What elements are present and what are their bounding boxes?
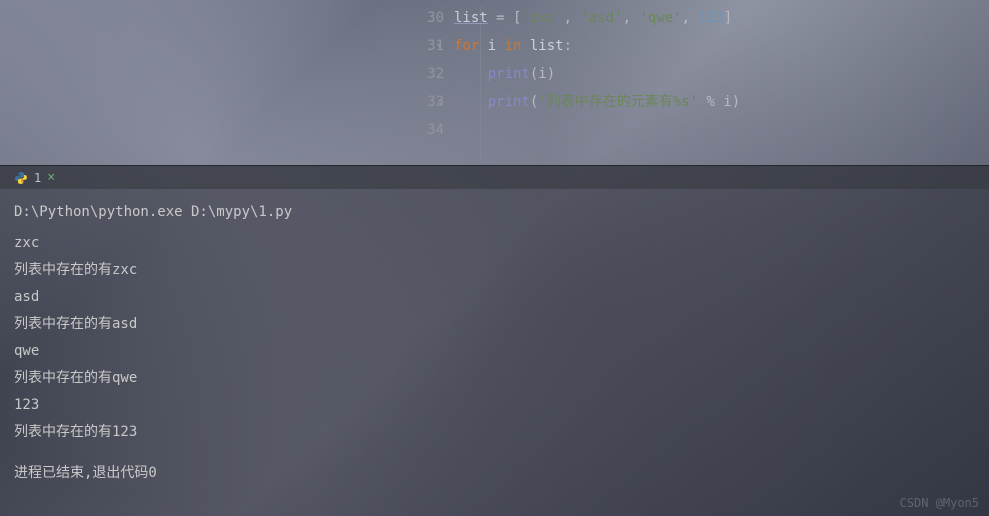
code-token: (i) (530, 66, 555, 82)
console-line: 列表中存在的有zxc (14, 257, 975, 284)
code-token: 'qwe' (639, 10, 681, 26)
code-line[interactable]: ▵ print('列表中存在的元素有%s' % i) (454, 88, 989, 116)
code-token: 123 (698, 10, 723, 26)
console-line: 123 (14, 392, 975, 419)
code-token: 'zxc' (521, 10, 563, 26)
fold-marker-icon[interactable]: ▾ (436, 32, 446, 60)
console-line: 列表中存在的有qwe (14, 365, 975, 392)
code-token: for (454, 38, 488, 54)
console-line: 列表中存在的有asd (14, 311, 975, 338)
code-line[interactable]: print(i) (454, 60, 989, 88)
tab-label: 1 (34, 171, 41, 185)
console-exit-message: 进程已结束,退出代码0 (14, 460, 975, 487)
code-token: , (564, 10, 581, 26)
code-token: , (682, 10, 699, 26)
line-gutter: 3031323334 (404, 4, 454, 165)
line-number: 30 (404, 4, 444, 32)
fold-marker-icon[interactable]: ▵ (436, 88, 446, 116)
run-tab[interactable]: 1 × (6, 168, 63, 187)
line-number: 34 (404, 116, 444, 144)
code-token: print (488, 94, 530, 110)
code-token: , (623, 10, 640, 26)
code-token: '列表中存在的元素有%s' (538, 94, 698, 110)
console-line: 列表中存在的有123 (14, 419, 975, 446)
code-token (454, 66, 488, 82)
code-line[interactable]: list = ['zxc', 'asd', 'qwe', 123] (454, 4, 989, 32)
run-tab-bar: 1 × (0, 165, 989, 189)
code-token: in (505, 38, 530, 54)
code-token: print (488, 66, 530, 82)
watermark: CSDN @Myon5 (900, 496, 979, 510)
code-token: i (488, 38, 505, 54)
code-token: % i) (698, 94, 740, 110)
console-command: D:\Python\python.exe D:\mypy\1.py (14, 199, 975, 226)
close-icon[interactable]: × (47, 170, 55, 185)
code-line[interactable]: ▾for i in list: (454, 32, 989, 60)
console-line: zxc (14, 230, 975, 257)
code-token: list (454, 10, 488, 26)
console-line: asd (14, 284, 975, 311)
code-token: 'asd' (580, 10, 622, 26)
python-icon (14, 171, 28, 185)
console-output[interactable]: D:\Python\python.exe D:\mypy\1.py zxc列表中… (0, 189, 989, 516)
code-token: : (564, 38, 572, 54)
code-token: ] (724, 10, 732, 26)
code-line[interactable] (454, 116, 989, 144)
console-line: qwe (14, 338, 975, 365)
code-token: = [ (488, 10, 522, 26)
line-number: 32 (404, 60, 444, 88)
code-editor[interactable]: 3031323334 list = ['zxc', 'asd', 'qwe', … (0, 0, 989, 165)
code-token: list (530, 38, 564, 54)
code-content[interactable]: list = ['zxc', 'asd', 'qwe', 123]▾for i … (454, 4, 989, 165)
code-token (454, 94, 488, 110)
